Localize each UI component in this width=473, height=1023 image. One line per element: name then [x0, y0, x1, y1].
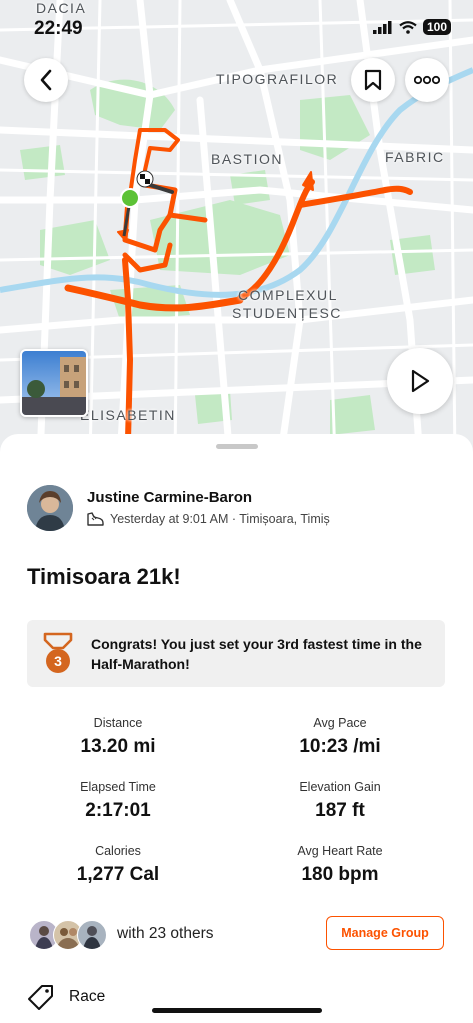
- status-time: 22:49: [34, 18, 83, 39]
- stat-value: 13.20 mi: [80, 736, 156, 757]
- achievement-text: Congrats! You just set your 3rd fastest …: [91, 636, 422, 672]
- stat-label: Distance: [93, 716, 143, 730]
- bookmark-icon: [364, 69, 382, 91]
- stat-label: Calories: [95, 844, 141, 858]
- status-icons: 100: [372, 19, 451, 35]
- avatar-photo: [27, 485, 73, 531]
- activity-title: Timisoara 21k!: [27, 564, 181, 589]
- stat-distance: Distance 13.20 mi: [0, 716, 236, 758]
- activity-meta-text: Yesterday at 9:01 AM · Timișoara, Timiș: [110, 512, 330, 526]
- manage-group-button[interactable]: Manage Group: [326, 916, 444, 950]
- play-icon: [411, 369, 430, 393]
- map-label-bastion: BASTION: [211, 151, 283, 167]
- stat-avg-heart-rate: Avg Heart Rate 180 bpm: [222, 844, 458, 886]
- chevron-left-icon: [40, 69, 52, 91]
- more-options-button[interactable]: [405, 58, 449, 102]
- bookmark-button[interactable]: [351, 58, 395, 102]
- wifi-icon: [399, 20, 417, 34]
- home-indicator[interactable]: [152, 1008, 322, 1013]
- stat-label: Elapsed Time: [80, 780, 156, 794]
- group-avatar-photo: [83, 926, 101, 949]
- activity-tag-label: Race: [69, 988, 106, 1005]
- stat-label: Avg Pace: [313, 716, 367, 730]
- map-label-dacia: DACIA: [36, 0, 87, 16]
- play-flyover-button[interactable]: [387, 348, 453, 414]
- stat-elevation-gain: Elevation Gain 187 ft: [222, 780, 458, 822]
- activity-photo-thumbnail[interactable]: [20, 349, 88, 417]
- activity-sheet: Justine Carmine-Baron Yesterday at 9:01 …: [0, 434, 473, 1023]
- activity-photo: [22, 351, 86, 415]
- athlete-avatar[interactable]: [27, 485, 73, 531]
- stat-value: 10:23 /mi: [299, 736, 381, 757]
- map-label-elisabetin: ELISABETIN: [80, 407, 176, 423]
- finish-flag-icon: [136, 170, 154, 188]
- map-label-complexul: COMPLEXUL: [238, 287, 338, 303]
- signal-icon: [372, 20, 392, 34]
- map-label-studentesc: STUDENȚESC: [232, 305, 342, 321]
- achievement-banner[interactable]: 3 Congrats! You just set your 3rd fastes…: [27, 620, 445, 687]
- sheet-drag-handle[interactable]: [216, 444, 258, 449]
- start-marker: [120, 188, 140, 208]
- stat-label: Avg Heart Rate: [297, 844, 383, 858]
- activity-tag-row: Race: [27, 983, 105, 1011]
- stat-label: Elevation Gain: [299, 780, 381, 794]
- medal-rank: 3: [54, 653, 62, 669]
- stat-calories: Calories 1,277 Cal: [0, 844, 236, 886]
- group-others-text[interactable]: with 23 others: [117, 925, 214, 943]
- stat-elapsed-time: Elapsed Time 2:17:01: [0, 780, 236, 822]
- activity-map[interactable]: DACIA TIPOGRAFILOR BASTION FABRIC COMPLE…: [0, 0, 473, 460]
- map-label-fabric: FABRIC: [385, 149, 445, 165]
- stat-value: 2:17:01: [85, 800, 151, 821]
- group-avatar: [77, 920, 107, 950]
- stat-value: 187 ft: [315, 800, 365, 821]
- activity-meta: Yesterday at 9:01 AM · Timișoara, Timiș: [87, 512, 330, 526]
- back-button[interactable]: [24, 58, 68, 102]
- battery-indicator: 100: [422, 19, 451, 35]
- shoe-icon: [87, 512, 104, 526]
- map-label-tipografilor: TIPOGRAFILOR: [216, 71, 339, 87]
- group-avatars[interactable]: [29, 920, 109, 950]
- tag-icon: [28, 985, 53, 1010]
- medal-icon: 3: [43, 632, 73, 673]
- stat-value: 1,277 Cal: [76, 864, 160, 885]
- more-options-icon: [414, 75, 440, 85]
- stat-value: 180 bpm: [301, 864, 379, 885]
- athlete-name[interactable]: Justine Carmine-Baron: [87, 489, 252, 506]
- stat-avg-pace: Avg Pace 10:23 /mi: [222, 716, 458, 758]
